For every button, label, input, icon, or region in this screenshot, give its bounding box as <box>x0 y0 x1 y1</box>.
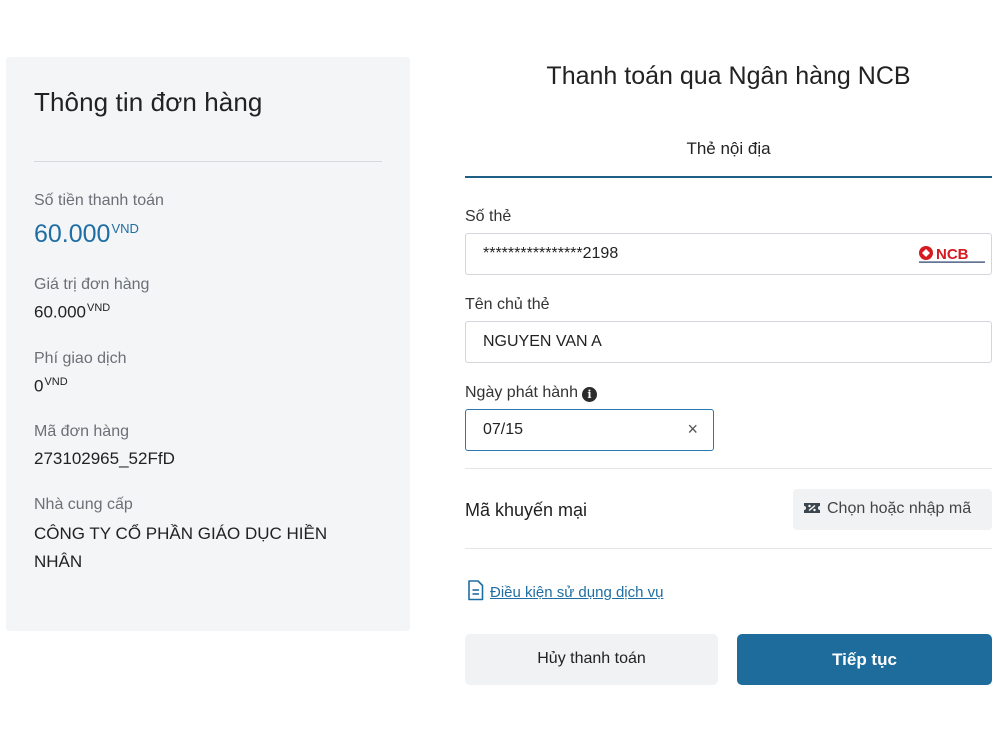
fee-label: Phí giao dịch <box>34 349 127 367</box>
promo-code-label: Mã khuyến mại <box>465 500 588 520</box>
order-panel-title: Thông tin đơn hàng <box>34 87 263 117</box>
card-holder-field[interactable]: NGUYEN VAN A <box>465 321 992 363</box>
order-value: 60.000VND <box>34 302 111 322</box>
issue-date-label: Ngày phát hành i <box>465 384 597 402</box>
fee-value: 0VND <box>34 375 68 396</box>
payment-page: Thông tin đơn hàng Số tiền thanh toán 60… <box>0 0 1000 750</box>
clear-icon[interactable]: × <box>687 419 698 440</box>
divider <box>34 161 382 162</box>
promo-code-button[interactable]: Chọn hoặc nhập mã <box>793 489 992 530</box>
ncb-bank-logo-icon: NCB <box>919 246 985 263</box>
divider <box>465 548 992 549</box>
divider <box>465 468 992 469</box>
tab-domestic-card[interactable]: Thẻ nội địa <box>465 130 992 178</box>
total-amount-label: Số tiền thanh toán <box>34 192 164 209</box>
cancel-payment-button[interactable]: Hủy thanh toán <box>465 634 718 685</box>
info-icon[interactable]: i <box>581 387 597 402</box>
terms-link[interactable]: Điều kiện sử dụng dịch vụ <box>467 580 663 605</box>
fee-block: Phí giao dịch 0VND <box>34 350 382 397</box>
issue-date-value: 07/15 <box>483 421 524 438</box>
document-icon <box>468 580 484 601</box>
card-holder-value: NGUYEN VAN A <box>483 333 602 350</box>
order-info-panel: Thông tin đơn hàng Số tiền thanh toán 60… <box>6 57 410 631</box>
order-value-label: Giá trị đơn hàng <box>34 276 150 293</box>
currency-unit: VND <box>44 375 68 388</box>
order-value-block: Giá trị đơn hàng 60.000VND <box>34 276 382 323</box>
continue-button[interactable]: Tiếp tục <box>737 634 992 685</box>
terms-link-text[interactable]: Điều kiện sử dụng dịch vụ <box>490 584 663 601</box>
provider-name: CÔNG TY CỔ PHẦN GIÁO DỤC HIỀN NHÂN <box>34 524 328 572</box>
order-id-value: 273102965_52FfD <box>34 449 175 469</box>
ticket-icon <box>804 503 820 513</box>
currency-unit: VND <box>87 302 111 314</box>
card-holder-label: Tên chủ thẻ <box>465 296 550 313</box>
provider-block: Nhà cung cấp CÔNG TY CỔ PHẦN GIÁO DỤC HI… <box>34 496 382 576</box>
svg-text:NCB: NCB <box>936 246 969 263</box>
issue-date-field[interactable]: 07/15 × <box>465 409 714 451</box>
order-id-block: Mã đơn hàng 273102965_52FfD <box>34 423 382 469</box>
payment-title: Thanh toán qua Ngân hàng NCB <box>546 62 911 90</box>
provider-label: Nhà cung cấp <box>34 496 133 514</box>
card-number-field[interactable]: ****************2198 NCB <box>465 233 992 275</box>
total-amount-value: 60.000VND <box>34 220 139 248</box>
card-number-label: Số thẻ <box>465 208 512 225</box>
total-amount-block: Số tiền thanh toán 60.000VND <box>34 192 382 249</box>
order-id-label: Mã đơn hàng <box>34 423 129 441</box>
currency-unit: VND <box>111 220 139 236</box>
promo-button-label: Chọn hoặc nhập mã <box>827 500 972 517</box>
card-number-value: ****************2198 <box>483 245 619 262</box>
